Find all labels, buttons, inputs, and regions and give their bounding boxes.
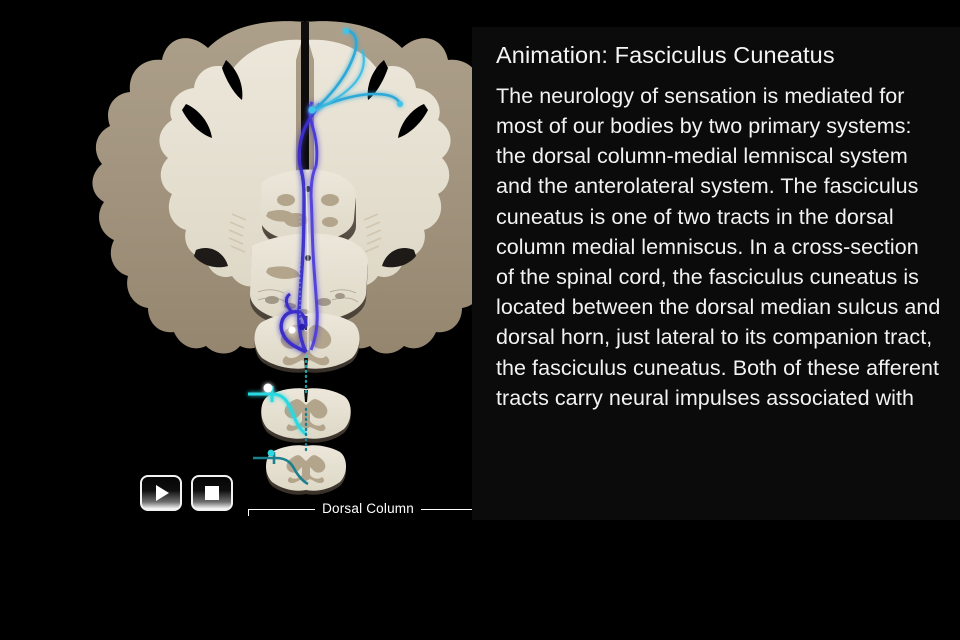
panel-title: Animation: Fasciculus Cuneatus [496,42,835,68]
play-button[interactable] [140,475,182,511]
label-dorsal-column-text: Dorsal Column [322,501,414,517]
play-icon [156,485,169,501]
bottom-toolbar: Path Tract Trigeminal Fasc Cun Fasc Grac… [0,520,960,640]
panel-body-text: The neurology of sensation is mediated f… [496,83,941,410]
stop-icon [205,486,219,500]
spinal-cord-lumbar [266,445,346,495]
description-panel[interactable]: Animation: Fasciculus Cuneatus The neuro… [472,27,960,520]
stop-button[interactable] [191,475,233,511]
bracket-left [248,508,316,516]
app-root: Dorsal Column Spinothalamic Animation: F… [0,0,960,640]
transport-controls [140,475,233,511]
label-dorsal-column: Dorsal Column [248,500,489,518]
